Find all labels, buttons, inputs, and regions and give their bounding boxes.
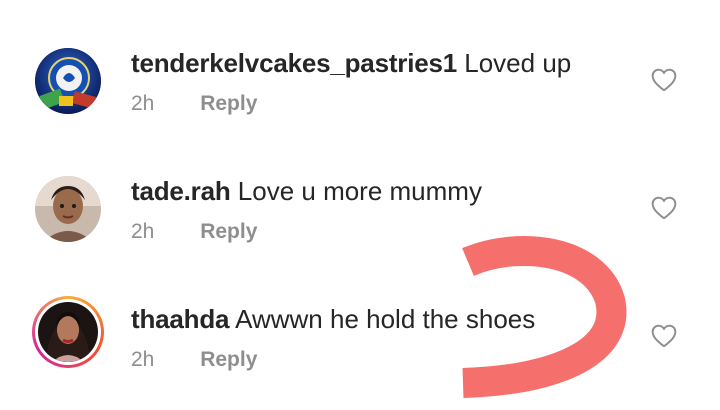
comment-username[interactable]: thaahda	[131, 304, 229, 334]
comment-item: thaahda Awwwn he hold the shoes 2h Reply	[0, 276, 720, 396]
comment-time: 2h	[131, 220, 155, 243]
comment-text-line: tade.rah Love u more mummy	[131, 176, 482, 207]
comment-username[interactable]: tade.rah	[131, 176, 231, 206]
comment-body: Awwwn he hold the shoes	[235, 304, 536, 334]
avatar-story-ring[interactable]	[32, 296, 104, 368]
comment-time: 2h	[131, 348, 155, 371]
reply-button[interactable]: Reply	[200, 220, 257, 243]
comment-meta: 2h Reply	[131, 220, 257, 244]
comment-meta: 2h Reply	[131, 348, 257, 372]
comment-meta: 2h Reply	[131, 92, 257, 116]
comment-username[interactable]: tenderkelvcakes_pastries1	[131, 48, 457, 78]
reply-button[interactable]: Reply	[200, 92, 257, 115]
comment-item: tade.rah Love u more mummy 2h Reply	[0, 148, 720, 268]
football-club-crest-icon	[35, 48, 101, 114]
profile-photo-story-ring-icon	[38, 302, 98, 362]
comment-text-line: tenderkelvcakes_pastries1 Loved up	[131, 48, 571, 79]
comment-body: Love u more mummy	[237, 176, 482, 206]
avatar[interactable]	[32, 45, 104, 117]
profile-photo-icon	[35, 176, 101, 242]
reply-button[interactable]: Reply	[200, 348, 257, 371]
comment-item: tenderkelvcakes_pastries1 Loved up 2h Re…	[0, 20, 720, 140]
avatar[interactable]	[32, 173, 104, 245]
comment-text-line: thaahda Awwwn he hold the shoes	[131, 304, 535, 335]
heart-outline-icon[interactable]	[651, 196, 677, 220]
heart-outline-icon[interactable]	[651, 68, 677, 92]
comment-body: Loved up	[464, 48, 572, 78]
heart-outline-icon[interactable]	[651, 324, 677, 348]
comment-time: 2h	[131, 92, 155, 115]
